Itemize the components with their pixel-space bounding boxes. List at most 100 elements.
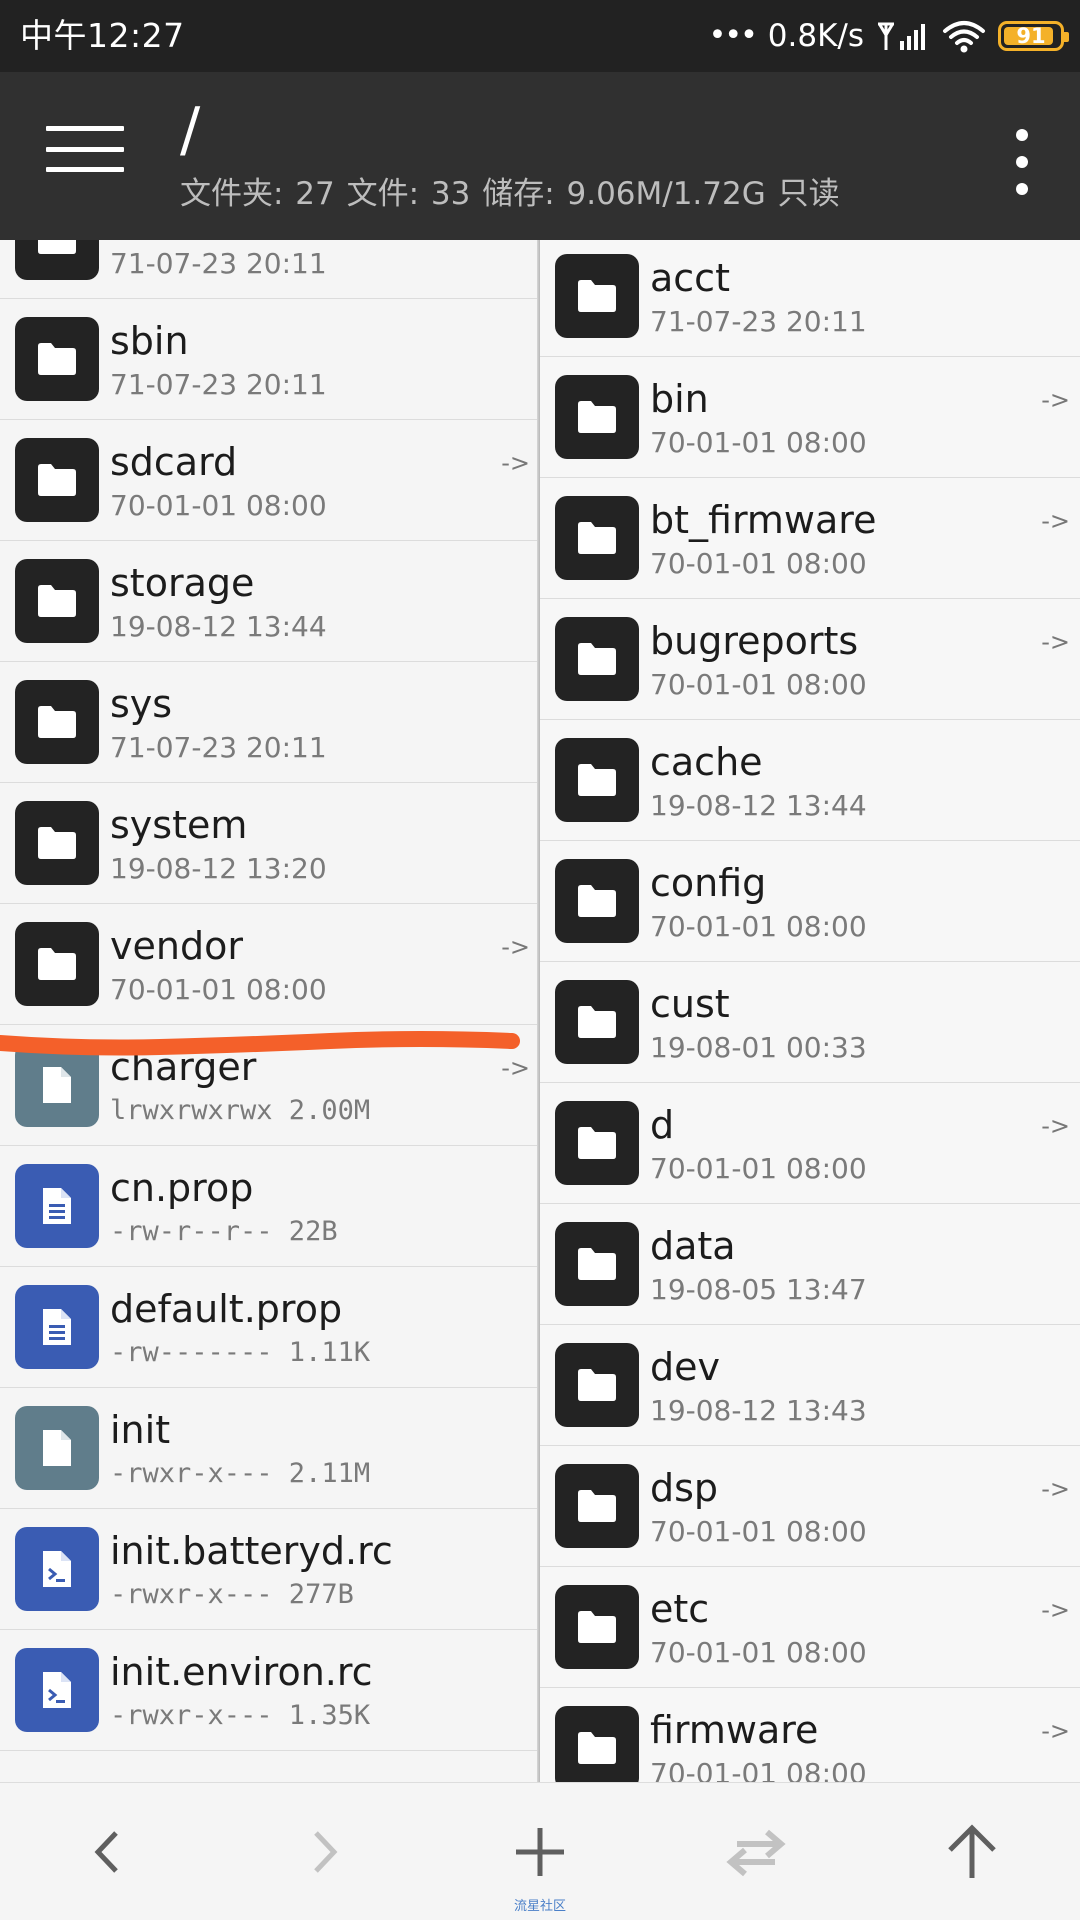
add-button[interactable] bbox=[486, 1807, 594, 1897]
swap-panes-button[interactable] bbox=[702, 1807, 810, 1897]
file-row[interactable]: init.environ.rc -rwxr-x--- 1.35K bbox=[0, 1630, 540, 1751]
file-row[interactable]: firmware 70-01-01 08:00 -> bbox=[540, 1688, 1080, 1782]
file-name: cust bbox=[650, 982, 730, 1026]
file-modified-date: 70-01-01 08:00 bbox=[650, 426, 867, 459]
folder-icon bbox=[555, 1585, 639, 1669]
file-icon bbox=[15, 1406, 99, 1490]
file-modified-date: 70-01-01 08:00 bbox=[650, 1757, 867, 1782]
file-row[interactable]: cache 19-08-12 13:44 bbox=[540, 720, 1080, 841]
folder-icon bbox=[555, 1706, 639, 1782]
symlink-indicator: -> bbox=[1041, 507, 1070, 535]
symlink-indicator: -> bbox=[501, 933, 530, 961]
file-row[interactable]: config 70-01-01 08:00 bbox=[540, 841, 1080, 962]
folder-icon bbox=[555, 980, 639, 1064]
chevron-left-icon bbox=[94, 1831, 118, 1873]
folder-icon bbox=[555, 375, 639, 459]
file-modified-date: 71-07-23 20:11 bbox=[650, 305, 867, 338]
file-row[interactable]: init.batteryd.rc -rwxr-x--- 277B bbox=[0, 1509, 540, 1630]
left-pane[interactable]: root 71-07-23 20:11 sbin 71-07-23 20:11 sdca… bbox=[0, 240, 540, 1782]
file-permissions-size: -rwxr-x--- 2.11M bbox=[110, 1458, 371, 1489]
symlink-indicator: -> bbox=[501, 449, 530, 477]
file-permissions-size: -rwxr-x--- 277B bbox=[110, 1579, 354, 1610]
file-name: dsp bbox=[650, 1466, 719, 1510]
folder-icon bbox=[555, 1101, 639, 1185]
file-name: acct bbox=[650, 256, 730, 300]
right-pane[interactable]: acct 71-07-23 20:11 bin 70-01-01 08:00 -> bt_… bbox=[540, 240, 1080, 1782]
file-row[interactable]: cust 19-08-01 00:33 bbox=[540, 962, 1080, 1083]
file-row[interactable]: vendor 70-01-01 08:00 -> bbox=[0, 904, 540, 1025]
folder-icon bbox=[555, 1464, 639, 1548]
app-toolbar: / 文件夹: 27 文件: 33 储存: 9.06M/1.72G 只读 bbox=[0, 72, 1080, 240]
file-name: init.environ.rc bbox=[110, 1650, 373, 1694]
file-modified-date: 19-08-12 13:44 bbox=[650, 789, 867, 822]
battery-icon: 91 bbox=[998, 21, 1069, 51]
file-name: d bbox=[650, 1103, 675, 1147]
hamburger-menu-icon[interactable] bbox=[40, 116, 130, 182]
orange-annotation-stroke bbox=[0, 1031, 520, 1056]
file-modified-date: 70-01-01 08:00 bbox=[650, 547, 867, 580]
symlink-indicator: -> bbox=[1041, 1475, 1070, 1503]
directory-summary: 文件夹: 27 文件: 33 储存: 9.06M/1.72G 只读 bbox=[180, 176, 840, 212]
forward-button[interactable] bbox=[270, 1807, 378, 1897]
file-modified-date: 71-07-23 20:11 bbox=[110, 368, 327, 401]
file-name: sdcard bbox=[110, 440, 238, 484]
folder-icon bbox=[15, 559, 99, 643]
file-row[interactable]: sbin 71-07-23 20:11 bbox=[0, 299, 540, 420]
file-row[interactable]: bin 70-01-01 08:00 -> bbox=[540, 357, 1080, 478]
file-modified-date: 19-08-01 00:33 bbox=[650, 1031, 867, 1064]
file-row[interactable]: sys 71-07-23 20:11 bbox=[0, 662, 540, 783]
file-name: cache bbox=[650, 740, 763, 784]
file-modified-date: 71-07-23 20:11 bbox=[110, 247, 327, 280]
file-row[interactable]: default.prop -rw------- 1.11K bbox=[0, 1267, 540, 1388]
file-row[interactable]: dev 19-08-12 13:43 bbox=[540, 1325, 1080, 1446]
back-button[interactable] bbox=[54, 1807, 162, 1897]
folder-icon bbox=[555, 254, 639, 338]
file-name: data bbox=[650, 1224, 736, 1268]
file-modified-date: 19-08-12 13:20 bbox=[110, 852, 327, 885]
file-row[interactable]: cn.prop -rw-r--r-- 22B bbox=[0, 1146, 540, 1267]
folder-icon bbox=[555, 617, 639, 701]
notification-dots: ••• bbox=[708, 18, 758, 53]
parent-directory-button[interactable] bbox=[918, 1807, 1026, 1897]
file-row[interactable]: bt_firmware 70-01-01 08:00 -> bbox=[540, 478, 1080, 599]
file-row[interactable]: system 19-08-12 13:20 bbox=[0, 783, 540, 904]
file-row[interactable]: dsp 70-01-01 08:00 -> bbox=[540, 1446, 1080, 1567]
battery-percent: 91 bbox=[1016, 24, 1046, 48]
file-permissions-size: lrwxrwxrwx 2.00M bbox=[110, 1095, 371, 1126]
watermark: 流星社区 bbox=[513, 1899, 566, 1914]
file-row[interactable]: init -rwxr-x--- 2.11M bbox=[0, 1388, 540, 1509]
status-time: 中午12:27 bbox=[20, 16, 185, 55]
file-row[interactable]: acct 71-07-23 20:11 bbox=[540, 240, 1080, 357]
folder-icon bbox=[15, 240, 99, 280]
file-row[interactable]: root 71-07-23 20:11 bbox=[0, 240, 540, 299]
network-speed: 0.8K/s bbox=[767, 18, 864, 54]
file-name: init bbox=[110, 1408, 171, 1452]
folder-icon bbox=[15, 438, 99, 522]
file-modified-date: 70-01-01 08:00 bbox=[650, 1515, 867, 1548]
file-row[interactable]: data 19-08-05 13:47 bbox=[540, 1204, 1080, 1325]
symlink-indicator: -> bbox=[1041, 1596, 1070, 1624]
file-name: sbin bbox=[110, 319, 189, 363]
file-row[interactable]: d 70-01-01 08:00 -> bbox=[540, 1083, 1080, 1204]
folder-icon bbox=[15, 922, 99, 1006]
file-name: init.batteryd.rc bbox=[110, 1529, 393, 1573]
file-name: bugreports bbox=[650, 619, 859, 663]
text-file-icon bbox=[15, 1285, 99, 1369]
file-row[interactable]: etc 70-01-01 08:00 -> bbox=[540, 1567, 1080, 1688]
file-modified-date: 70-01-01 08:00 bbox=[650, 1152, 867, 1185]
script-file-icon bbox=[15, 1648, 99, 1732]
file-name: sys bbox=[110, 682, 173, 726]
file-modified-date: 70-01-01 08:00 bbox=[650, 910, 867, 943]
file-modified-date: 71-07-23 20:11 bbox=[110, 731, 327, 764]
file-row[interactable]: bugreports 70-01-01 08:00 -> bbox=[540, 599, 1080, 720]
file-row[interactable]: sdcard 70-01-01 08:00 -> bbox=[0, 420, 540, 541]
arrow-up-icon bbox=[948, 1824, 996, 1878]
folder-icon bbox=[555, 1222, 639, 1306]
file-permissions-size: -rw------- 1.11K bbox=[110, 1337, 371, 1368]
folder-icon bbox=[555, 738, 639, 822]
folder-icon bbox=[555, 496, 639, 580]
file-row[interactable]: storage 19-08-12 13:44 bbox=[0, 541, 540, 662]
current-path: / bbox=[180, 95, 201, 165]
more-vert-icon[interactable] bbox=[1004, 122, 1040, 202]
symlink-indicator: -> bbox=[1041, 1112, 1070, 1140]
